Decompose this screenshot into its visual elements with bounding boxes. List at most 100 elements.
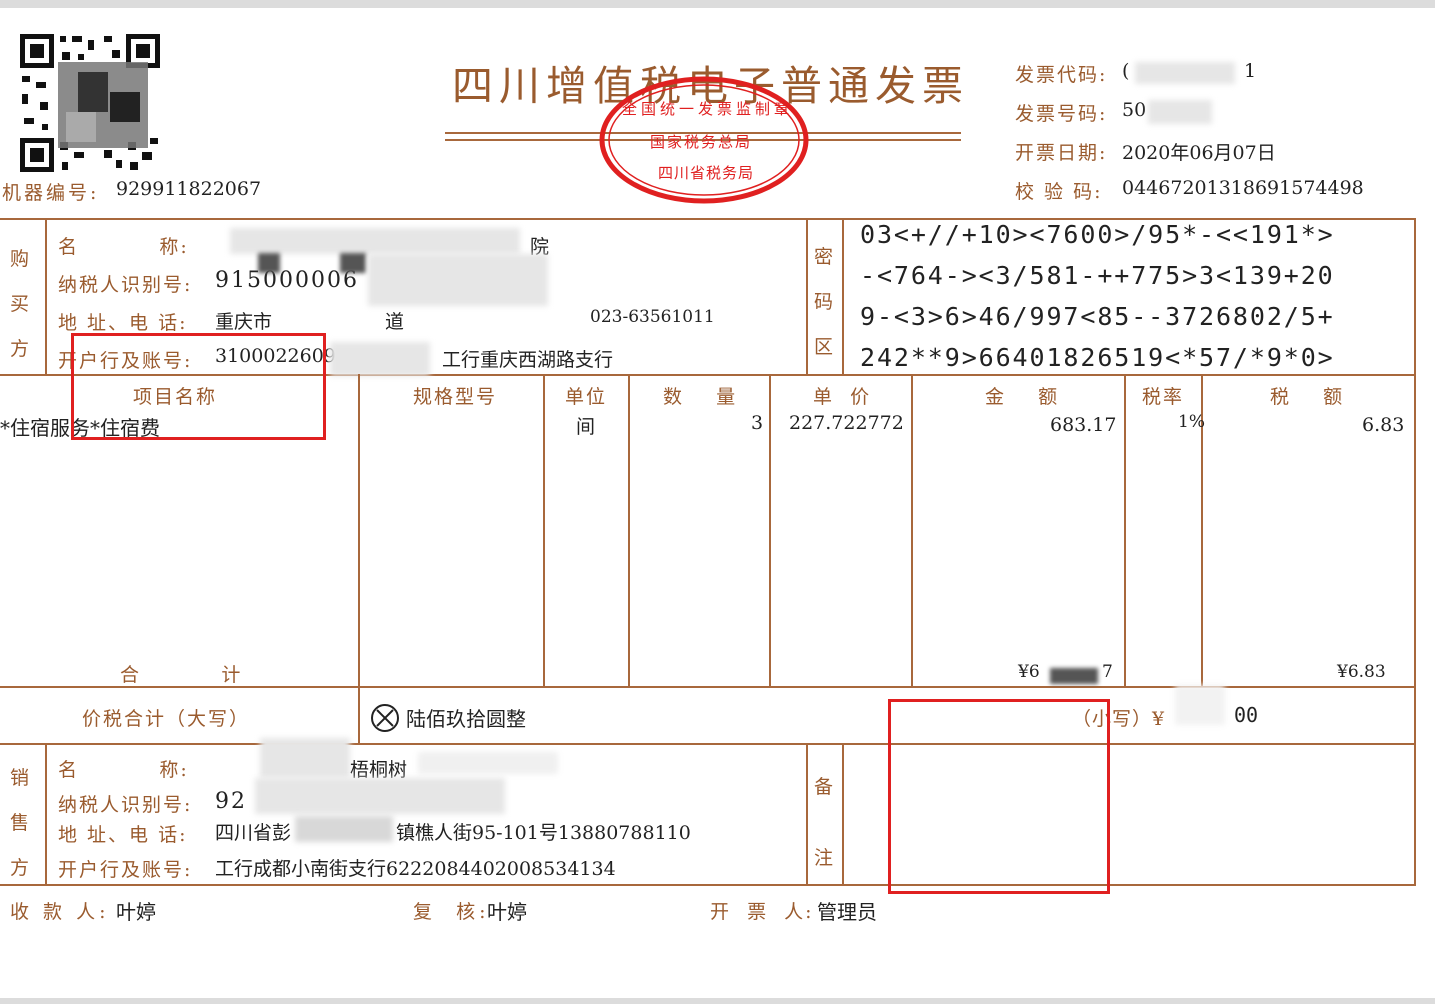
header-amount: 金 额 [985, 386, 1060, 408]
redaction-buyer-name [230, 228, 520, 254]
sum-small-value: 00 [1234, 703, 1259, 727]
remark-left-divider [806, 743, 808, 885]
buyer-side-divider [45, 218, 47, 375]
invoice-code-label: 发票代码: [1015, 64, 1108, 86]
viewer-bottom-bar [0, 998, 1435, 1004]
redaction-seller-name [260, 738, 350, 778]
sum-bottom-border [0, 743, 1416, 745]
cipher-line-1: 03<+//+10><7600>/95*-<<191*> [860, 220, 1335, 249]
header-qty: 数 量 [663, 386, 738, 408]
redaction-buyer-tax-1 [258, 253, 280, 273]
total-tax: ¥6.83 [1337, 662, 1386, 682]
header-unit: 单位 [565, 386, 608, 408]
buyer-tax-label: 纳税人识别号: [58, 274, 193, 296]
cipher-line-2: -<764-><3/581-++775>3<139+20 [860, 261, 1335, 290]
header-spec: 规格型号 [413, 386, 498, 408]
redaction-code [1135, 62, 1235, 84]
buyer-side-3: 方 [10, 338, 32, 360]
seller-name-label: 名 称: [58, 759, 189, 781]
total-label: 合 计 [120, 664, 243, 686]
seller-addr-label: 地 址、电 话: [58, 824, 188, 846]
cipher-line-4: 242**9>66401826519<*57/*9*0> [860, 343, 1335, 372]
buyer-addr-label: 地 址、电 话: [58, 312, 188, 334]
buyer-side-1: 购 [10, 248, 32, 270]
row-rate: 1% [1178, 412, 1205, 432]
row-price: 227.722772 [789, 412, 904, 434]
qr-code [18, 32, 162, 174]
total-amount-tail: 7 [1102, 662, 1113, 682]
buyer-addr-phone: 023-63561011 [590, 307, 715, 327]
review-value: 叶婷 [487, 900, 527, 924]
invoice-number-value: 50 [1122, 99, 1147, 121]
viewer-top-bar [0, 0, 1435, 8]
row-amount: 683.17 [1050, 414, 1117, 436]
header-rate: 税率 [1142, 386, 1185, 408]
invoice-date-value: 2020年06月07日 [1122, 142, 1276, 164]
buyer-name-label: 名 称: [58, 236, 189, 258]
row-unit: 间 [576, 416, 596, 438]
redaction-number [1148, 100, 1212, 124]
invoice-code-value: ( [1122, 60, 1130, 82]
cipher-left-divider [806, 218, 808, 375]
issuer-value: 管理员 [817, 900, 877, 924]
seal-top-text: 全国统一发票监制章 [622, 100, 794, 118]
seller-tax-label: 纳税人识别号: [58, 794, 193, 816]
cipher-line-3: 9-<3>6>46/997<85--3726802/5+ [860, 302, 1335, 331]
redaction-sum-small [1175, 685, 1225, 725]
col-divider-3 [628, 374, 630, 687]
cipher-side-2: 码 [814, 291, 836, 313]
total-amount: ¥6 [1018, 662, 1040, 682]
sum-words: 陆佰玖拾圆整 [406, 707, 526, 731]
buyer-bank-name: 工行重庆西湖路支行 [442, 349, 614, 371]
row-qty: 3 [751, 412, 764, 434]
remark-label-divider [842, 743, 844, 885]
payee-value: 叶婷 [116, 900, 156, 924]
redaction-buyer-bank [330, 342, 430, 376]
seller-bank-label: 开户行及账号: [58, 859, 193, 881]
cipher-side-3: 区 [814, 336, 836, 358]
seller-addr-tail: 镇樵人街95-101号13880788110 [396, 822, 691, 844]
seller-side-divider [45, 743, 47, 885]
check-code-label: 校 验 码: [1015, 181, 1103, 203]
redaction-total-amount [1050, 668, 1098, 684]
header-tax: 税 额 [1270, 386, 1345, 408]
invoice-date-label: 开票日期: [1015, 142, 1108, 164]
redaction-seller-tax [255, 778, 505, 814]
seller-side-2: 售 [10, 812, 32, 834]
issuer-label: 开 票 人: [710, 901, 814, 923]
table-right-border [1414, 218, 1416, 886]
redaction-seller-addr [295, 816, 393, 842]
col-divider-1 [358, 374, 360, 744]
cipher-side-1: 密 [814, 246, 836, 268]
review-label: 复 核: [413, 901, 490, 923]
seller-side-3: 方 [10, 857, 32, 879]
buyer-addr-value: 重庆市 [215, 311, 273, 333]
table-bottom-border [0, 884, 1416, 886]
redaction-buyer-tax-2 [340, 253, 366, 273]
check-code-value: 04467201318691574498 [1122, 177, 1364, 199]
seller-side-1: 销 [10, 767, 32, 789]
cipher-label-divider [842, 218, 844, 375]
redaction-seller-name-2 [418, 752, 558, 774]
payee-label: 收 款 人: [10, 901, 110, 923]
seller-tax-value: 92 [215, 789, 247, 814]
header-price: 单 价 [813, 386, 872, 408]
seal-middle-text: 国家税务总局 [650, 133, 753, 151]
col-divider-2 [543, 374, 545, 687]
annotation-box-item-name [71, 333, 326, 440]
seller-bank-value: 工行成都小南街支行6222084402008534134 [215, 858, 616, 880]
seal-bottom-text: 四川省税务局 [658, 164, 755, 182]
buyer-addr-mid: 道 [385, 311, 405, 333]
col-divider-4 [769, 374, 771, 687]
invoice-number-label: 发票号码: [1015, 103, 1108, 125]
col-divider-6 [1124, 374, 1126, 687]
sum-label: 价税合计（大写） [82, 708, 251, 730]
buyer-side-2: 买 [10, 293, 32, 315]
col-divider-5 [911, 374, 913, 687]
remark-side-1: 备 [814, 776, 836, 798]
annotation-box-remark [888, 699, 1110, 894]
redaction-buyer-tax-3 [368, 254, 548, 306]
machine-number-label: 机器编号: [2, 182, 100, 204]
invoice-code-tail: 1 [1244, 60, 1257, 82]
remark-side-2: 注 [814, 847, 836, 869]
